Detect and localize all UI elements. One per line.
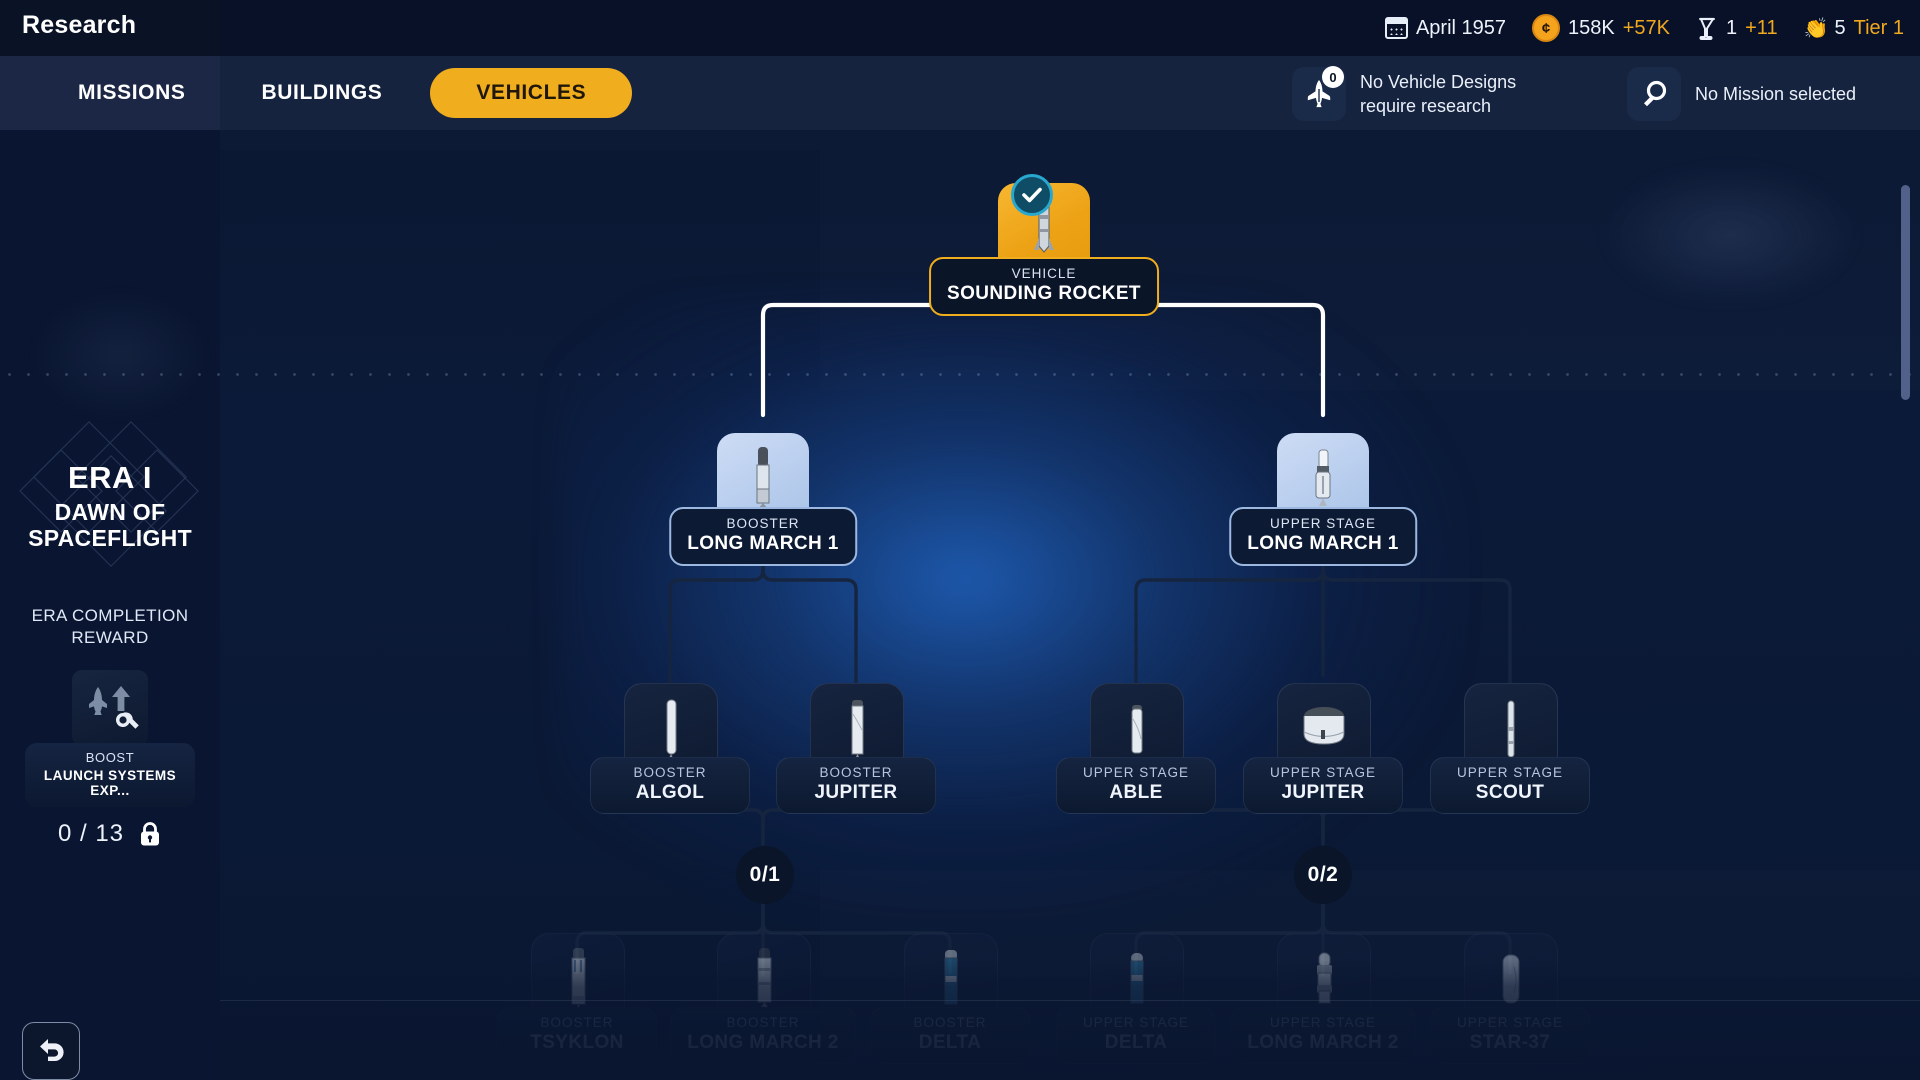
rocket-wrench-icon[interactable]	[72, 670, 148, 746]
tech-node-label: VEHICLE SOUNDING ROCKET	[929, 257, 1159, 316]
resource-stats: April 1957 ¢ 158K +57K 1 +11 👏 5 Tier 1	[1384, 0, 1904, 56]
stat-science-value: 1	[1726, 16, 1738, 39]
lock-icon	[138, 821, 162, 847]
gate-badge-upperstage[interactable]: 0/2	[1294, 846, 1352, 904]
era-reward-type: BOOST	[85, 750, 135, 765]
tech-node-name: LONG MARCH 1	[687, 533, 839, 554]
vertical-scrollbar[interactable]	[1901, 185, 1910, 400]
search-icon	[1627, 67, 1681, 121]
era-number: ERA I	[67, 460, 153, 495]
tech-node-type: UPPER STAGE	[1269, 765, 1377, 780]
tech-node-label: BOOSTER ALGOL	[590, 757, 750, 814]
tech-node-name: LONG MARCH 2	[1247, 1032, 1399, 1053]
tech-node-type: VEHICLE	[1011, 266, 1077, 281]
tech-node-label: UPPER STAGE SCOUT	[1430, 757, 1590, 814]
era-name-line2: SPACEFLIGHT	[28, 525, 192, 551]
tech-node-label: BOOSTER LONG MARCH 1	[669, 507, 857, 566]
tech-node-type: BOOSTER	[819, 765, 893, 780]
era-sidebar: ERA I DAWN OF SPACEFLIGHT ERA COMPLETION…	[0, 130, 220, 1080]
tech-node-label: BOOSTER TSYKLON	[497, 1007, 657, 1064]
tech-node-type: UPPER STAGE	[1082, 1015, 1190, 1030]
back-button[interactable]	[22, 1022, 80, 1080]
era-progress-value: 0 / 13	[57, 820, 125, 847]
page-title: Research	[22, 11, 137, 39]
vehicle-designs-text: No Vehicle Designs require research	[1360, 70, 1516, 118]
stat-reputation[interactable]: 👏 5 Tier 1	[1804, 16, 1904, 41]
era-reward-label: ERA COMPLETION REWARD	[0, 605, 220, 649]
vehicle-designs-line1: No Vehicle Designs	[1360, 72, 1517, 92]
tech-node-name: ABLE	[1109, 782, 1163, 803]
stat-date-value: April 1957	[1415, 16, 1507, 39]
bottom-fade-line	[220, 1000, 1920, 1001]
tech-node-type: BOOSTER	[913, 1015, 987, 1030]
stat-reputation-value: 5	[1834, 16, 1846, 39]
tech-node-label: BOOSTER LONG MARCH 2	[670, 1007, 856, 1064]
tech-node-label: UPPER STAGE DELTA	[1056, 1007, 1216, 1064]
tech-node-type: UPPER STAGE	[1269, 1015, 1377, 1030]
tech-node-type: UPPER STAGE	[1269, 516, 1377, 531]
tech-node-label: BOOSTER DELTA	[870, 1007, 1030, 1064]
tab-buildings[interactable]: BUILDINGS	[223, 68, 420, 118]
era-reward-card[interactable]: BOOST LAUNCH SYSTEMS EXP...	[25, 743, 195, 807]
calendar-icon	[1384, 17, 1408, 39]
vehicle-designs-line2: require research	[1360, 96, 1492, 116]
applause-icon: 👏	[1803, 17, 1829, 40]
tech-node-label: BOOSTER JUPITER	[776, 757, 936, 814]
vehicle-designs-badge: 0	[1322, 66, 1344, 88]
tech-node-type: BOOSTER	[726, 516, 800, 531]
stat-funds-delta: +57K	[1622, 16, 1670, 39]
tech-node-name: DELTA	[918, 1032, 982, 1053]
era-reward-name: LAUNCH SYSTEMS EXP...	[43, 768, 177, 798]
tech-node-type: UPPER STAGE	[1456, 765, 1564, 780]
tech-node-name: STAR-37	[1469, 1032, 1551, 1053]
undo-arrow-icon	[36, 1035, 66, 1068]
tech-node-name: JUPITER	[814, 782, 898, 803]
tech-node-type: UPPER STAGE	[1456, 1015, 1564, 1030]
tech-node-label: UPPER STAGE LONG MARCH 1	[1229, 507, 1417, 566]
tech-node-name: SCOUT	[1475, 782, 1545, 803]
flask-icon	[1696, 17, 1718, 40]
tech-node-name: LONG MARCH 1	[1247, 533, 1399, 554]
top-bar: Research April 1957 ¢ 158K +57K 1 +11 👏 …	[0, 0, 1920, 56]
tech-node-type: BOOSTER	[726, 1015, 800, 1030]
tab-missions[interactable]: MISSIONS	[40, 68, 223, 118]
tech-node-name: ALGOL	[635, 782, 705, 803]
stat-reputation-tier: Tier 1	[1853, 16, 1904, 39]
shuttle-icon: 0	[1292, 66, 1346, 121]
vehicle-designs-widget[interactable]: 0 No Vehicle Designs require research	[1292, 66, 1516, 121]
stat-funds-value: 158K	[1568, 16, 1615, 39]
tech-node-type: BOOSTER	[633, 765, 707, 780]
tech-node-name: DELTA	[1104, 1032, 1168, 1053]
era-progress: 0 / 13	[0, 820, 220, 848]
tech-node-type: BOOSTER	[540, 1015, 614, 1030]
tech-node-name: SOUNDING ROCKET	[947, 283, 1141, 304]
tech-node-name: LONG MARCH 2	[687, 1032, 839, 1053]
stat-date[interactable]: April 1957	[1384, 16, 1507, 40]
stat-science[interactable]: 1 +11	[1696, 17, 1778, 40]
tech-node-name: TSYKLON	[530, 1032, 624, 1053]
tech-node-label: UPPER STAGE JUPITER	[1243, 757, 1403, 814]
tech-node-name: JUPITER	[1281, 782, 1365, 803]
mission-select-widget[interactable]: No Mission selected	[1627, 67, 1856, 121]
tab-vehicles[interactable]: VEHICLES	[430, 68, 633, 118]
research-tree: 0/1 0/2 VEHICLE SOUNDING ROCKET BOOSTER …	[0, 130, 1920, 1080]
tech-node-label: UPPER STAGE ABLE	[1056, 757, 1216, 814]
tab-list: MISSIONS BUILDINGS VEHICLES	[0, 56, 633, 130]
stat-funds[interactable]: ¢ 158K +57K	[1532, 14, 1670, 42]
coin-icon: ¢	[1532, 14, 1561, 42]
completed-check-icon	[1011, 174, 1053, 216]
tech-node-type: UPPER STAGE	[1082, 765, 1190, 780]
mission-select-label: No Mission selected	[1695, 84, 1857, 104]
stat-science-delta: +11	[1745, 16, 1778, 39]
tech-node-label: UPPER STAGE LONG MARCH 2	[1230, 1007, 1416, 1064]
tech-node-label: UPPER STAGE STAR-37	[1430, 1007, 1590, 1064]
gate-badge-booster[interactable]: 0/1	[736, 846, 794, 904]
era-reward-label-line1: ERA COMPLETION	[31, 606, 189, 625]
era-reward-label-line2: REWARD	[71, 628, 149, 647]
era-name-line1: DAWN OF	[54, 499, 166, 525]
era-heading: ERA I DAWN OF SPACEFLIGHT	[0, 460, 220, 551]
